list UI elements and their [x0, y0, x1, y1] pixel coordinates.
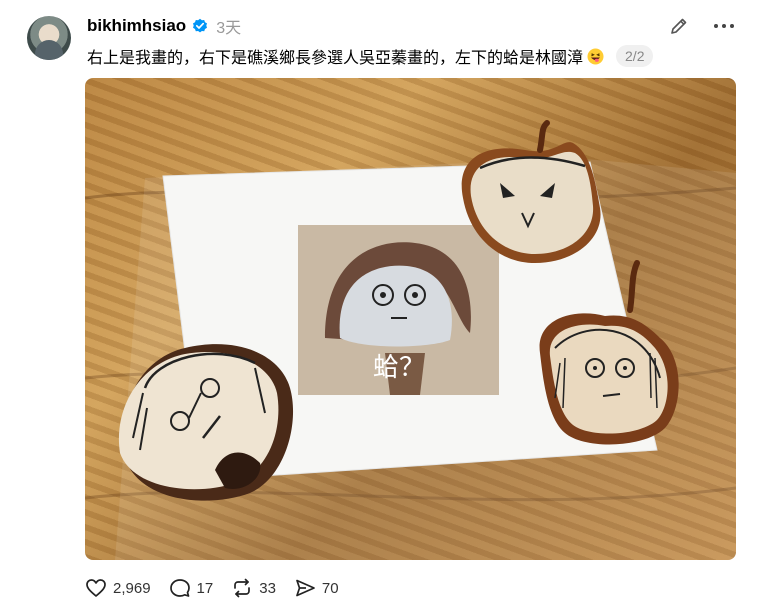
more-dots-icon[interactable] [712, 16, 736, 36]
photo-illustration: 蛤？ [85, 120, 736, 560]
comment-button[interactable]: 17 [169, 577, 214, 599]
like-count: 2,969 [113, 579, 151, 597]
share-count: 70 [321, 579, 339, 597]
repost-button[interactable]: 33 [231, 577, 276, 599]
verified-badge-icon [192, 18, 208, 34]
post-text: 右上是我畫的，右下是礁溪鄉長參選人吳亞蓁畫的，左下的蛤是林國漳 2/2 [87, 44, 654, 68]
pencil-icon[interactable] [669, 16, 689, 36]
comment-count: 17 [196, 579, 214, 597]
post-actions: 2,969 17 33 70 [85, 576, 357, 600]
repost-arrows-icon [234, 578, 251, 598]
comment-bubble-icon [169, 579, 190, 597]
post-time: 3天 [216, 20, 242, 37]
image-page-indicator: 2/2 [616, 45, 654, 67]
post-body: 右上是我畫的，右下是礁溪鄉長參選人吳亞蓁畫的，左下的蛤是林國漳 [87, 50, 584, 67]
repost-count: 33 [259, 579, 276, 597]
like-button[interactable]: 2,969 [85, 577, 151, 599]
send-arrow-icon [296, 579, 315, 597]
share-button[interactable]: 70 [294, 577, 339, 599]
grinning-tongue-emoji [587, 48, 604, 65]
heart-icon [86, 579, 106, 597]
username[interactable]: bikhimhsiao [87, 16, 186, 36]
post-photo[interactable]: 蛤？ [85, 78, 736, 560]
photo-caption: 蛤？ [373, 353, 425, 383]
post-header: bikhimhsiao 3天 [87, 14, 241, 38]
avatar[interactable] [27, 16, 71, 60]
